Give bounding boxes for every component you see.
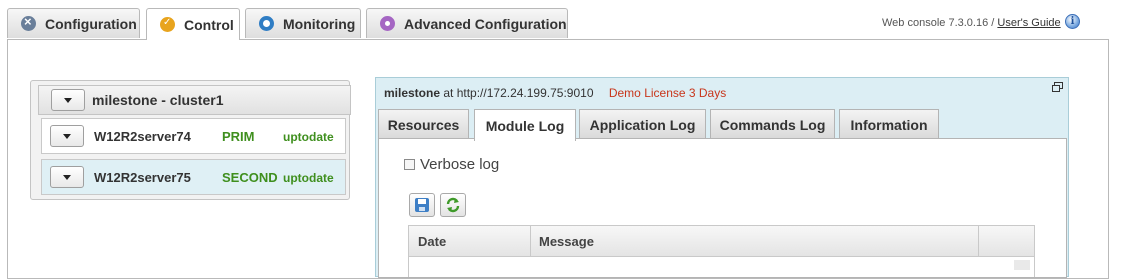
tab-commands-log[interactable]: Commands Log [710, 109, 835, 139]
version-text: Web console 7.3.0.16 / [882, 17, 995, 29]
refresh-icon [446, 197, 460, 213]
cluster-title: milestone - cluster1 [92, 92, 224, 108]
cluster-dropdown-button[interactable] [51, 89, 85, 111]
server-detail-name: milestone [384, 86, 441, 100]
save-button[interactable] [409, 193, 435, 217]
advanced-configuration-icon [380, 16, 395, 31]
server-detail-header: milestone at http://172.24.199.75:9010 D… [384, 86, 726, 100]
save-icon [415, 198, 429, 212]
tab-information-label: Information [850, 116, 928, 133]
tab-advanced-configuration[interactable]: Advanced Configuration [366, 8, 568, 38]
column-extra [979, 226, 1034, 256]
server-row-74[interactable]: W12R2server74 PRIM uptodate [41, 118, 346, 154]
server-dropdown-button[interactable] [50, 166, 84, 188]
tab-module-log-label: Module Log [485, 117, 565, 134]
license-status: Demo License 3 Days [608, 86, 727, 100]
version-info: Web console 7.3.0.16 / User's Guide [882, 17, 1061, 29]
tab-resources-label: Resources [387, 116, 460, 133]
log-grid-header: Date Message [408, 225, 1035, 257]
grid-scrollbar[interactable] [1014, 260, 1030, 270]
tab-application-log-label: Application Log [589, 116, 696, 133]
tab-configuration-label: Configuration [45, 15, 137, 32]
server-row-75[interactable]: W12R2server75 SECOND uptodate [41, 159, 346, 195]
tab-control-label: Control [184, 16, 234, 33]
log-grid-body [408, 257, 1035, 277]
tab-advanced-configuration-label: Advanced Configuration [404, 15, 567, 32]
main-tab-bar: Configuration Control Monitoring Advance… [0, 0, 1123, 40]
tab-monitoring[interactable]: Monitoring [245, 8, 361, 38]
column-date[interactable]: Date [409, 226, 531, 256]
server-role: SECOND [222, 170, 278, 185]
server-role: PRIM [222, 129, 255, 144]
server-name: W12R2server74 [94, 129, 191, 144]
monitoring-icon [259, 16, 274, 31]
server-detail-address: at http://172.24.199.75:9010 [443, 86, 594, 100]
verbose-log-option[interactable]: Verbose log [404, 156, 499, 173]
tab-monitoring-label: Monitoring [283, 15, 356, 32]
tab-module-log[interactable]: Module Log [474, 109, 576, 141]
server-status: uptodate [283, 130, 334, 144]
server-name: W12R2server75 [94, 170, 191, 185]
tab-commands-log-label: Commands Log [719, 116, 826, 133]
tab-application-log[interactable]: Application Log [579, 109, 706, 139]
popout-icon[interactable] [1052, 82, 1063, 92]
verbose-log-checkbox[interactable] [404, 159, 415, 170]
server-dropdown-button[interactable] [50, 125, 84, 147]
refresh-button[interactable] [440, 193, 466, 217]
column-message[interactable]: Message [531, 226, 979, 256]
tab-configuration[interactable]: Configuration [7, 8, 140, 38]
users-guide-link[interactable]: User's Guide [997, 17, 1060, 29]
configuration-icon [21, 14, 36, 31]
info-icon[interactable]: i [1065, 14, 1080, 29]
tab-resources[interactable]: Resources [378, 109, 469, 139]
control-icon [160, 17, 175, 32]
tab-information[interactable]: Information [839, 109, 939, 139]
verbose-log-label: Verbose log [420, 156, 500, 173]
tab-control[interactable]: Control [146, 8, 240, 40]
server-status: uptodate [283, 171, 334, 185]
